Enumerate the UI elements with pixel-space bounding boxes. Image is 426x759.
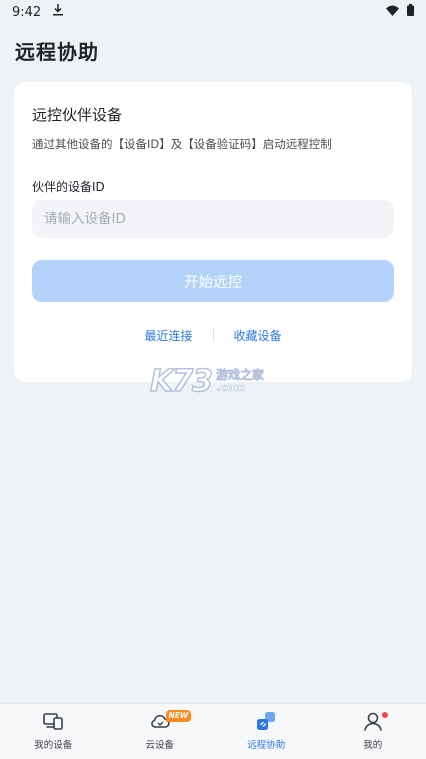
card-links: 最近连接 收藏设备 — [14, 326, 412, 344]
watermark-domain: .com — [216, 382, 264, 394]
nav-item-remote-assist[interactable]: 远程协助 — [213, 704, 320, 759]
watermark-logo: K73 — [150, 364, 212, 399]
watermark: K73 游戏之家 .com — [150, 364, 264, 399]
device-id-label: 伙伴的设备ID — [32, 178, 105, 195]
status-right — [386, 4, 414, 20]
new-badge: NEW — [166, 710, 192, 722]
battery-icon — [407, 4, 414, 20]
page-title: 远程协助 — [15, 36, 99, 65]
nav-item-profile[interactable]: 我的 — [320, 704, 426, 759]
card-title: 远控伙伴设备 — [32, 104, 122, 125]
devices-icon — [42, 710, 64, 732]
remote-assist-icon — [255, 710, 277, 732]
nav-label-my-devices: 我的设备 — [34, 737, 72, 751]
device-id-input[interactable] — [32, 200, 394, 238]
status-left: 9:42 — [12, 4, 63, 20]
bottom-nav: 我的设备 NEW 云设备 远程协助 我的 — [0, 703, 426, 759]
start-remote-button[interactable]: 开始远控 — [32, 260, 394, 302]
status-time: 9:42 — [12, 5, 41, 20]
card-description: 通过其他设备的【设备ID】及【设备验证码】启动远程控制 — [32, 136, 332, 152]
nav-label-cloud-devices: 云设备 — [145, 737, 174, 751]
notification-dot — [382, 712, 388, 718]
recent-connections-link[interactable]: 最近连接 — [144, 327, 192, 344]
nav-label-remote-assist: 远程协助 — [247, 737, 285, 751]
download-icon — [53, 4, 63, 20]
profile-icon — [362, 710, 384, 732]
wifi-icon — [386, 5, 399, 20]
watermark-text: 游戏之家 .com — [216, 369, 264, 393]
favorite-devices-link[interactable]: 收藏设备 — [234, 327, 282, 344]
status-bar: 9:42 — [0, 0, 426, 24]
nav-item-cloud-devices[interactable]: NEW 云设备 — [107, 704, 214, 759]
link-divider — [213, 329, 214, 341]
remote-control-card: 远控伙伴设备 通过其他设备的【设备ID】及【设备验证码】启动远程控制 伙伴的设备… — [14, 82, 412, 382]
nav-item-my-devices[interactable]: 我的设备 — [0, 704, 107, 759]
nav-label-profile: 我的 — [363, 737, 382, 751]
